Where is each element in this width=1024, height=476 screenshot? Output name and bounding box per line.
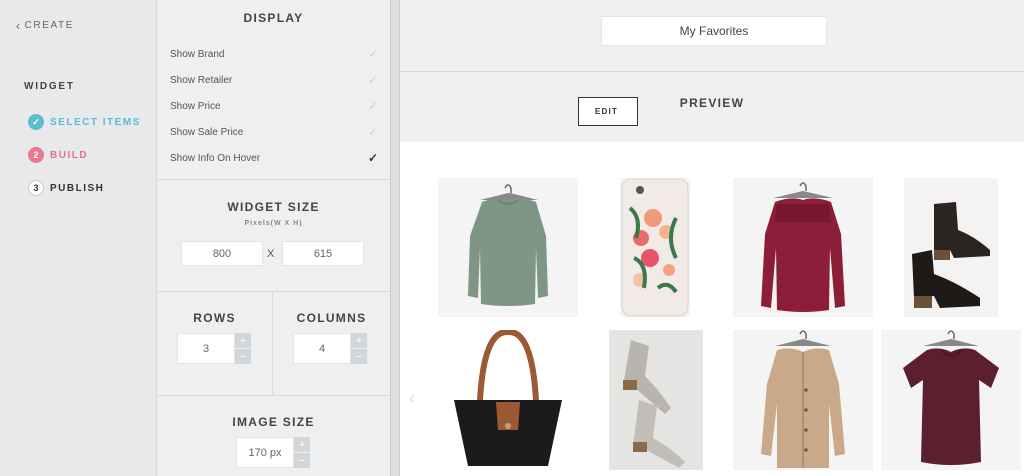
option-label: Show Info On Hover [170,152,261,164]
product-tile-burgundy-tee[interactable] [881,330,1021,470]
preview-area: My Favorites PREVIEW ‹ [400,0,1024,476]
display-heading: DISPLAY [243,11,304,25]
option-label: Show Price [170,100,221,112]
option-show-info-on-hover[interactable]: Show Info On Hover ✓ [170,151,378,165]
chevron-left-icon: ‹ [16,18,22,33]
image-size-increment-button[interactable]: + [294,437,310,452]
widget-name-input[interactable]: My Favorites [601,16,827,46]
product-tile-black-bootie[interactable] [904,178,998,317]
size-separator: X [267,248,275,260]
bootie-image [912,202,990,308]
product-tile-tan-cardigan[interactable] [733,330,873,470]
rows-input[interactable]: 3 [177,333,235,364]
sweater-image [761,182,845,312]
widget-size-section: WIDGET SIZE Pixels(W X H) 800 X 615 [157,180,390,292]
product-tile-black-tote[interactable] [438,330,578,470]
widget-size-subtitle: Pixels(W X H) [244,220,303,227]
checkmark-icon: ✓ [367,99,378,113]
check-circle-icon: ✓ [28,114,44,130]
widget-name-bar: My Favorites [400,0,1024,72]
checkmark-icon: ✓ [367,73,378,87]
display-section: DISPLAY Show Brand ✓ Show Retailer ✓ Sho… [157,0,390,180]
settings-panel: DISPLAY Show Brand ✓ Show Retailer ✓ Sho… [157,0,390,476]
product-tile-sage-sweater[interactable] [438,178,578,317]
option-show-retailer[interactable]: Show Retailer ✓ [170,73,378,87]
back-to-create-link[interactable]: ‹ CREATE [16,18,75,33]
columns-increment-button[interactable]: + [351,333,367,348]
option-show-sale-price[interactable]: Show Sale Price ✓ [170,125,378,139]
step-label: BUILD [50,149,89,161]
columns-heading: COLUMNS [296,311,367,325]
tee-image [903,330,999,465]
rows-decrement-button[interactable]: − [235,349,251,364]
phone-case-image [621,178,689,317]
columns-decrement-button[interactable]: − [351,349,367,364]
edit-button[interactable]: EDIT [578,97,638,126]
widget-width-input[interactable]: 800 [181,241,263,266]
step-label: PUBLISH [50,182,105,194]
step-select-items[interactable]: ✓ SELECT ITEMS [28,114,141,130]
tote-bag-image [454,330,562,466]
bootie-image [623,340,685,468]
option-label: Show Retailer [170,74,233,86]
checkmark-icon: ✓ [367,151,378,165]
grid-section: ROWS 3 + − COLUMNS 4 + − [157,292,390,396]
step-label: SELECT ITEMS [50,116,141,128]
rows-increment-button[interactable]: + [235,333,251,348]
step-build[interactable]: 2 BUILD [28,147,88,163]
sweater-image [468,184,548,306]
product-tile-grey-bootie[interactable] [609,330,703,470]
rows-heading: ROWS [193,311,236,325]
image-size-section: IMAGE SIZE 170 px + − [157,396,390,476]
option-show-brand[interactable]: Show Brand ✓ [170,47,378,61]
option-show-price[interactable]: Show Price ✓ [170,99,378,113]
step-number-badge: 3 [28,180,44,196]
divider [272,292,273,396]
carousel-prev-arrow-icon[interactable]: ‹ [409,388,415,409]
panel-scrollbar[interactable] [390,0,400,476]
image-size-decrement-button[interactable]: − [294,453,310,468]
image-size-input[interactable]: 170 px [236,437,294,468]
preview-header: PREVIEW [400,72,1024,142]
widget-height-input[interactable]: 615 [282,241,364,266]
widget-steps-heading: WIDGET [24,81,75,92]
cardigan-image [761,330,845,468]
preview-heading: PREVIEW [679,96,745,110]
step-number-badge: 2 [28,147,44,163]
step-publish[interactable]: 3 PUBLISH [28,180,104,196]
option-label: Show Sale Price [170,126,244,138]
columns-input[interactable]: 4 [293,333,351,364]
product-tile-floral-phone-case[interactable] [620,178,690,317]
left-nav: ‹ CREATE WIDGET ✓ SELECT ITEMS 2 BUILD 3… [0,0,157,476]
widget-size-heading: WIDGET SIZE [227,200,320,214]
image-size-heading: IMAGE SIZE [232,415,315,429]
checkmark-icon: ✓ [367,47,378,61]
back-link-label: CREATE [24,20,75,31]
option-label: Show Brand [170,48,225,60]
product-tile-burgundy-sweater[interactable] [733,178,873,317]
checkmark-icon: ✓ [367,125,378,139]
